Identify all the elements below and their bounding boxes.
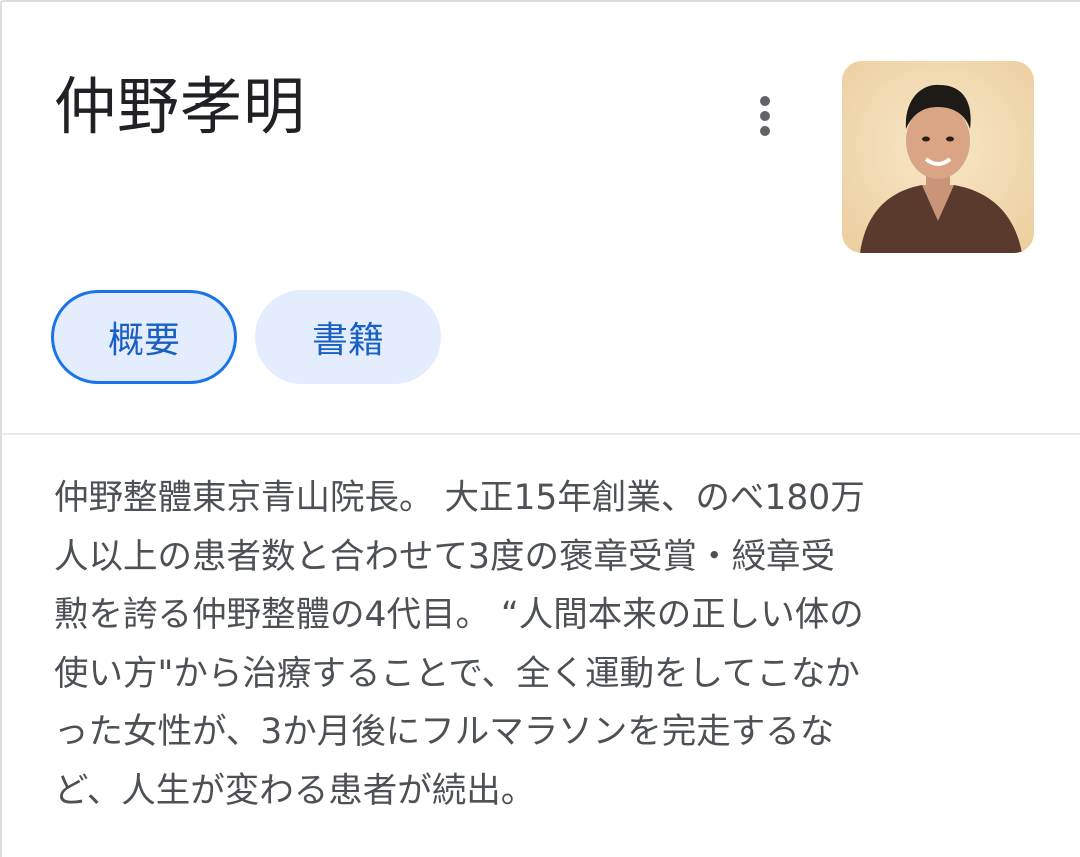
entity-photo[interactable] <box>842 61 1034 253</box>
description-line: 人以上の患者数と合わせて3度の褒章受賞・綬章受 <box>54 536 835 577</box>
portrait-image <box>842 61 1034 253</box>
description-line: ど、人生が変わる患者が続出。 <box>54 770 536 811</box>
more-vert-icon-dot <box>760 126 770 136</box>
description-line: 使い方"から治療することで、全く運動をしてこなか <box>54 653 860 694</box>
description-line: 勲を誇る仲野整體の4代目。 “人間本来の正しい体の <box>54 595 864 635</box>
knowledge-panel-card: 仲野孝明 概要 書籍 仲野整體東京青山院長。 大正15年創業、のべ180万 人以… <box>0 0 1080 857</box>
entity-title: 仲野孝明 <box>54 70 307 143</box>
entity-description: 仲野整體東京青山院長。 大正15年創業、のべ180万 人以上の患者数と合わせて3… <box>54 469 1039 820</box>
more-options-button[interactable] <box>740 90 790 142</box>
tab-books[interactable]: 書籍 <box>255 290 441 384</box>
section-divider <box>2 433 1080 435</box>
tab-overview[interactable]: 概要 <box>51 290 237 384</box>
description-line: った女性が、3か月後にフルマラソンを完走するな <box>54 712 835 752</box>
more-vert-icon-dot <box>760 111 770 121</box>
description-line: 仲野整體東京青山院長。 大正15年創業、のべ180万 <box>54 478 865 518</box>
more-vert-icon <box>760 96 770 106</box>
